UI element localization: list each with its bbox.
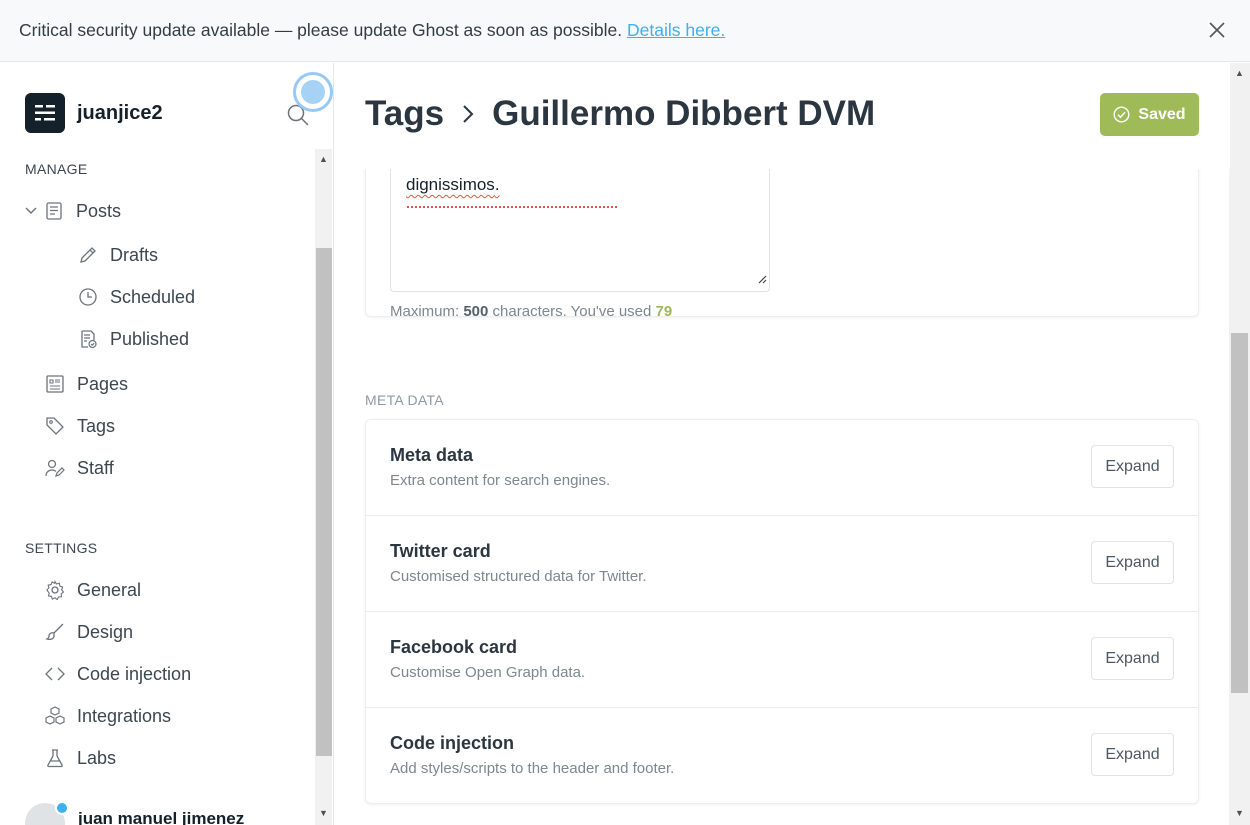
sidebar-item-general[interactable]: General xyxy=(45,575,141,605)
gear-icon xyxy=(46,580,65,600)
page-title: Guillermo Dibbert DVM xyxy=(492,94,876,133)
meta-data-section-label: META DATA xyxy=(365,392,444,408)
breadcrumb-tags-link[interactable]: Tags xyxy=(365,94,444,134)
sidebar-item-label: General xyxy=(77,579,142,600)
scroll-up-arrow-icon[interactable]: ▲ xyxy=(1235,68,1244,78)
focus-indicator xyxy=(293,72,333,112)
code-icon xyxy=(45,667,65,681)
meta-row-meta-data: Meta data Extra content for search engin… xyxy=(366,420,1198,516)
scroll-down-arrow-icon[interactable]: ▼ xyxy=(1235,808,1244,818)
settings-section-label: SETTINGS xyxy=(25,540,98,556)
sidebar-item-posts[interactable]: Posts xyxy=(24,196,121,226)
pages-icon xyxy=(46,375,64,393)
user-menu[interactable]: juan manuel jimenez xyxy=(25,801,245,825)
expand-button[interactable]: Expand xyxy=(1091,733,1174,776)
chevron-down-icon[interactable] xyxy=(24,204,38,218)
integrations-icon xyxy=(45,706,65,725)
description-text: dignissimos. xyxy=(406,175,500,194)
sidebar-item-label: Scheduled xyxy=(110,286,196,307)
banner-message: Critical security update available — ple… xyxy=(19,20,623,40)
meta-row-subtitle: Customised structured data for Twitter. xyxy=(390,568,647,585)
staff-icon xyxy=(45,459,65,477)
meta-data-card: Meta data Extra content for search engin… xyxy=(365,419,1199,804)
expand-button[interactable]: Expand xyxy=(1091,445,1174,488)
sidebar-item-staff[interactable]: Staff xyxy=(45,453,114,483)
sidebar-item-pages[interactable]: Pages xyxy=(45,369,128,399)
sidebar-item-design[interactable]: Design xyxy=(45,617,133,647)
banner-text: Critical security update available — ple… xyxy=(19,20,725,41)
scroll-up-arrow-icon[interactable]: ▲ xyxy=(319,154,328,164)
main-content: dignissimos. Maximum: 500 characters. Yo… xyxy=(335,63,1250,825)
sidebar-scroll-thumb[interactable] xyxy=(316,248,332,756)
site-brand[interactable]: juanjice2 xyxy=(25,93,163,133)
main-scrollbar[interactable]: ▲ ▼ xyxy=(1229,63,1250,825)
sidebar-item-label: Labs xyxy=(77,747,117,768)
spellcheck-underline xyxy=(407,205,617,208)
meta-row-title: Facebook card xyxy=(390,637,518,657)
avatar xyxy=(25,801,69,825)
notification-badge xyxy=(55,801,69,815)
sidebar-item-label: Design xyxy=(77,621,134,642)
meta-row-code-injection: Code injection Add styles/scripts to the… xyxy=(366,708,1198,804)
published-icon xyxy=(81,330,97,349)
sidebar-item-label: Code injection xyxy=(77,663,192,684)
meta-row-title: Meta data xyxy=(390,445,474,465)
banner-details-link[interactable]: Details here. xyxy=(627,20,725,40)
meta-row-subtitle: Extra content for search engines. xyxy=(390,472,611,489)
expand-button[interactable]: Expand xyxy=(1091,637,1174,680)
posts-icon xyxy=(46,202,62,220)
sidebar-item-label: Staff xyxy=(77,457,114,478)
meta-row-subtitle: Customise Open Graph data. xyxy=(390,664,586,681)
page-header: Tags Guillermo Dibbert DVM Saved xyxy=(335,63,1230,169)
clock-icon xyxy=(79,288,97,306)
character-count: Maximum: 500 characters. You've used 79 xyxy=(390,303,673,320)
sidebar-item-integrations[interactable]: Integrations xyxy=(45,701,171,731)
save-button-label: Saved xyxy=(1138,105,1186,123)
manage-section-label: MANAGE xyxy=(25,161,88,177)
sidebar-item-scheduled[interactable]: Scheduled xyxy=(78,282,195,312)
close-icon[interactable] xyxy=(1206,19,1228,41)
sidebar-item-tags[interactable]: Tags xyxy=(45,411,115,441)
sidebar-item-label: Pages xyxy=(77,373,129,394)
security-banner: Critical security update available — ple… xyxy=(0,0,1250,62)
sidebar: juanjice2 MANAGE Posts Drafts Scheduled … xyxy=(0,63,334,825)
breadcrumb: Tags Guillermo Dibbert DVM xyxy=(365,94,875,134)
sidebar-item-label: Tags xyxy=(77,415,116,436)
sidebar-item-label: Published xyxy=(110,328,190,349)
scroll-down-arrow-icon[interactable]: ▼ xyxy=(319,808,328,818)
tag-icon xyxy=(46,417,64,435)
chevron-right-icon xyxy=(460,94,476,134)
user-name: juan manuel jimenez xyxy=(78,809,245,825)
sidebar-item-label: Posts xyxy=(76,200,122,221)
sidebar-item-code-injection[interactable]: Code injection xyxy=(45,659,191,689)
flask-icon xyxy=(47,749,63,768)
expand-button[interactable]: Expand xyxy=(1091,541,1174,584)
site-logo xyxy=(25,93,65,133)
meta-row-facebook-card: Facebook card Customise Open Graph data.… xyxy=(366,612,1198,708)
check-circle-icon xyxy=(1113,106,1130,123)
brush-icon xyxy=(45,623,64,641)
site-name: juanjice2 xyxy=(77,101,163,124)
sidebar-scrollbar[interactable]: ▲ ▼ xyxy=(315,149,332,825)
meta-row-title: Code injection xyxy=(390,733,515,753)
sidebar-item-published[interactable]: Published xyxy=(78,324,189,354)
sidebar-item-drafts[interactable]: Drafts xyxy=(78,240,158,270)
save-button[interactable]: Saved xyxy=(1100,93,1199,136)
meta-row-title: Twitter card xyxy=(390,541,491,561)
meta-row-subtitle: Add styles/scripts to the header and foo… xyxy=(390,760,675,777)
resize-handle-icon[interactable] xyxy=(757,271,767,289)
meta-row-twitter-card: Twitter card Customised structured data … xyxy=(366,516,1198,612)
pencil-icon xyxy=(80,247,96,263)
main-scroll-thumb[interactable] xyxy=(1231,333,1248,693)
sidebar-item-label: Integrations xyxy=(77,705,172,726)
sidebar-item-label: Drafts xyxy=(110,244,159,265)
sidebar-item-labs[interactable]: Labs xyxy=(45,743,116,773)
